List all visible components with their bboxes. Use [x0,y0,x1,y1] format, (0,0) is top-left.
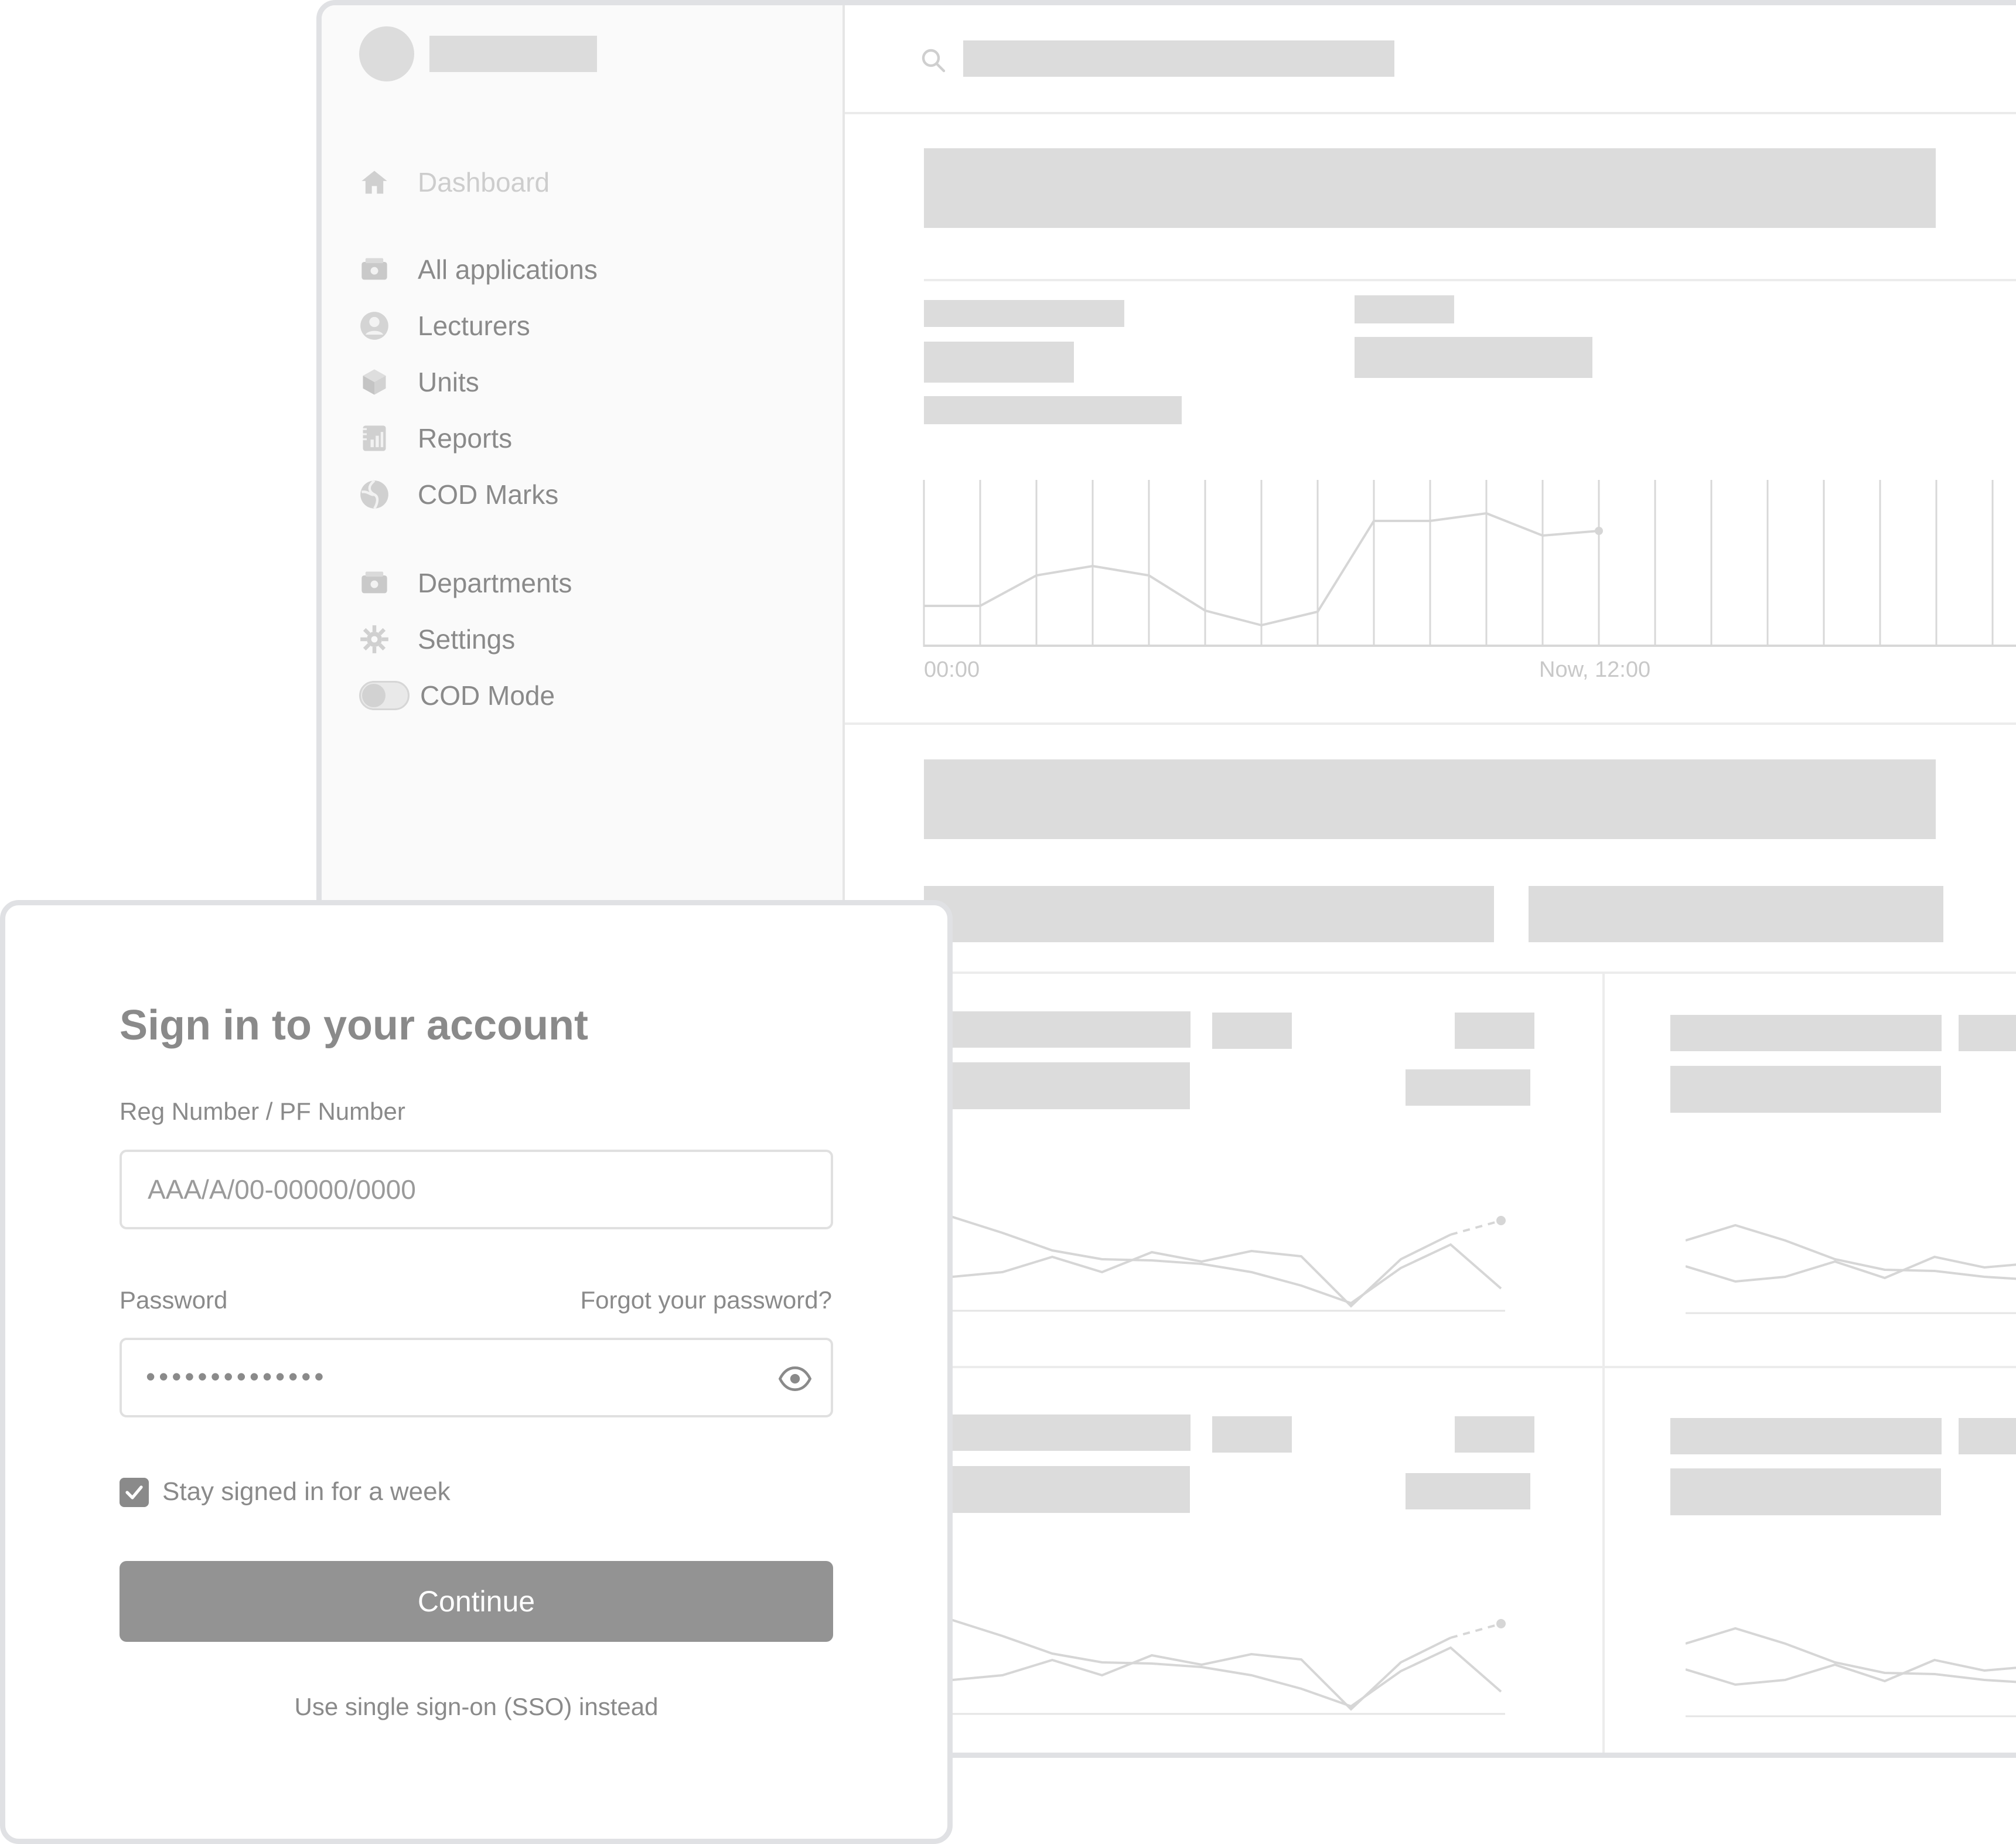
card-tag-placeholder [1959,1015,2016,1051]
stat-label-placeholder [924,300,1124,327]
screen: Dashboard All applications Lecturers Uni… [0,0,2016,1844]
password-masked-value: •••••••••••••• [146,1361,328,1392]
sparkline-chart [919,1618,1506,1715]
section-header-placeholder [924,148,1936,228]
stay-signed-in-label[interactable]: Stay signed in for a week [162,1477,451,1506]
card-value-placeholder [1406,1069,1530,1106]
divider [845,722,2016,725]
app-name-placeholder [429,36,597,72]
check-icon [125,1485,143,1499]
sparkline-chart [1686,1627,2016,1717]
stat-value-placeholder [924,342,1074,383]
sidebar-item-label: Departments [418,568,572,598]
filter-placeholder[interactable] [924,886,1494,942]
show-password-eye-icon[interactable] [778,1362,812,1395]
sidebar-item-label: COD Marks [418,479,559,510]
sidebar-item-label: Lecturers [418,311,530,341]
cod-mode-toggle[interactable] [359,681,410,710]
card-tag-placeholder [1959,1418,2016,1454]
sidebar-item-departments[interactable]: Departments [359,560,572,606]
divider [924,279,2016,281]
sidebar-item-cod-marks[interactable]: COD Marks [359,471,558,518]
cube-icon [359,367,390,397]
card-value-placeholder [919,1062,1190,1109]
grid-divider [1602,972,1605,1753]
sso-link[interactable]: Use single sign-on (SSO) instead [120,1693,833,1721]
card-tag-placeholder [1455,1416,1534,1453]
divider [845,972,2016,974]
sidebar-item-all-applications[interactable]: All applications [359,246,598,293]
cod-mode-label: COD Mode [420,680,555,711]
sidebar-item-dashboard[interactable]: Dashboard [359,159,550,206]
reports-icon [359,423,390,454]
sidebar-item-label: Settings [418,624,516,655]
card-title-placeholder [1670,1418,1942,1454]
toggle-knob [362,684,386,707]
sparkline-chart [919,1215,1506,1312]
card-title-placeholder [919,1414,1191,1451]
x-axis-now-label: Now, 12:00 [1539,657,1651,682]
card-value-placeholder [919,1466,1190,1513]
stat-value-placeholder [1355,337,1592,378]
continue-button[interactable]: Continue [120,1561,833,1642]
card-value-placeholder [1670,1066,1941,1113]
stay-signed-in-checkbox[interactable] [120,1478,149,1507]
card-title-placeholder [919,1011,1191,1048]
sidebar-item-label: Units [418,367,479,397]
gear-icon [359,624,390,655]
card-value-placeholder [1406,1473,1530,1509]
stat-caption-placeholder [924,396,1182,424]
reg-number-input[interactable] [120,1150,833,1229]
card-tag-placeholder [1212,1416,1292,1453]
home-icon [359,167,390,197]
card-title-placeholder [1670,1015,1942,1051]
card-value-placeholder [1670,1468,1941,1515]
search-icon[interactable] [919,46,947,74]
password-label: Password [120,1286,228,1314]
sidebar-item-reports[interactable]: Reports [359,415,512,462]
sidebar-item-label: Reports [418,423,513,454]
globe-icon [359,479,390,510]
search-input-placeholder[interactable] [963,40,1394,77]
sidebar-item-units[interactable]: Units [359,359,479,405]
divider [845,1366,2016,1368]
activity-chart [923,480,2016,647]
stat-label-placeholder [1355,295,1454,323]
card-tag-placeholder [1212,1013,1292,1049]
filter-placeholder[interactable] [1529,886,1943,942]
departments-icon [359,568,390,598]
sparkline-chart [1686,1223,2016,1314]
applications-icon [359,254,390,285]
signin-title: Sign in to your account [120,1002,589,1049]
avatar[interactable] [359,26,414,81]
signin-card: Sign in to your account Reg Number / PF … [0,900,953,1844]
reg-number-label: Reg Number / PF Number [120,1097,405,1125]
x-axis-start-label: 00:00 [924,657,980,682]
section-header-placeholder [924,759,1936,839]
user-icon [359,311,390,341]
sidebar-item-settings[interactable]: Settings [359,616,515,663]
sidebar-item-lecturers[interactable]: Lecturers [359,302,530,349]
cod-mode-toggle-row[interactable]: COD Mode [359,672,555,719]
card-tag-placeholder [1455,1013,1534,1049]
sidebar-item-label: All applications [418,254,598,285]
sidebar-item-label: Dashboard [418,167,550,197]
forgot-password-link[interactable]: Forgot your password? [580,1286,832,1314]
